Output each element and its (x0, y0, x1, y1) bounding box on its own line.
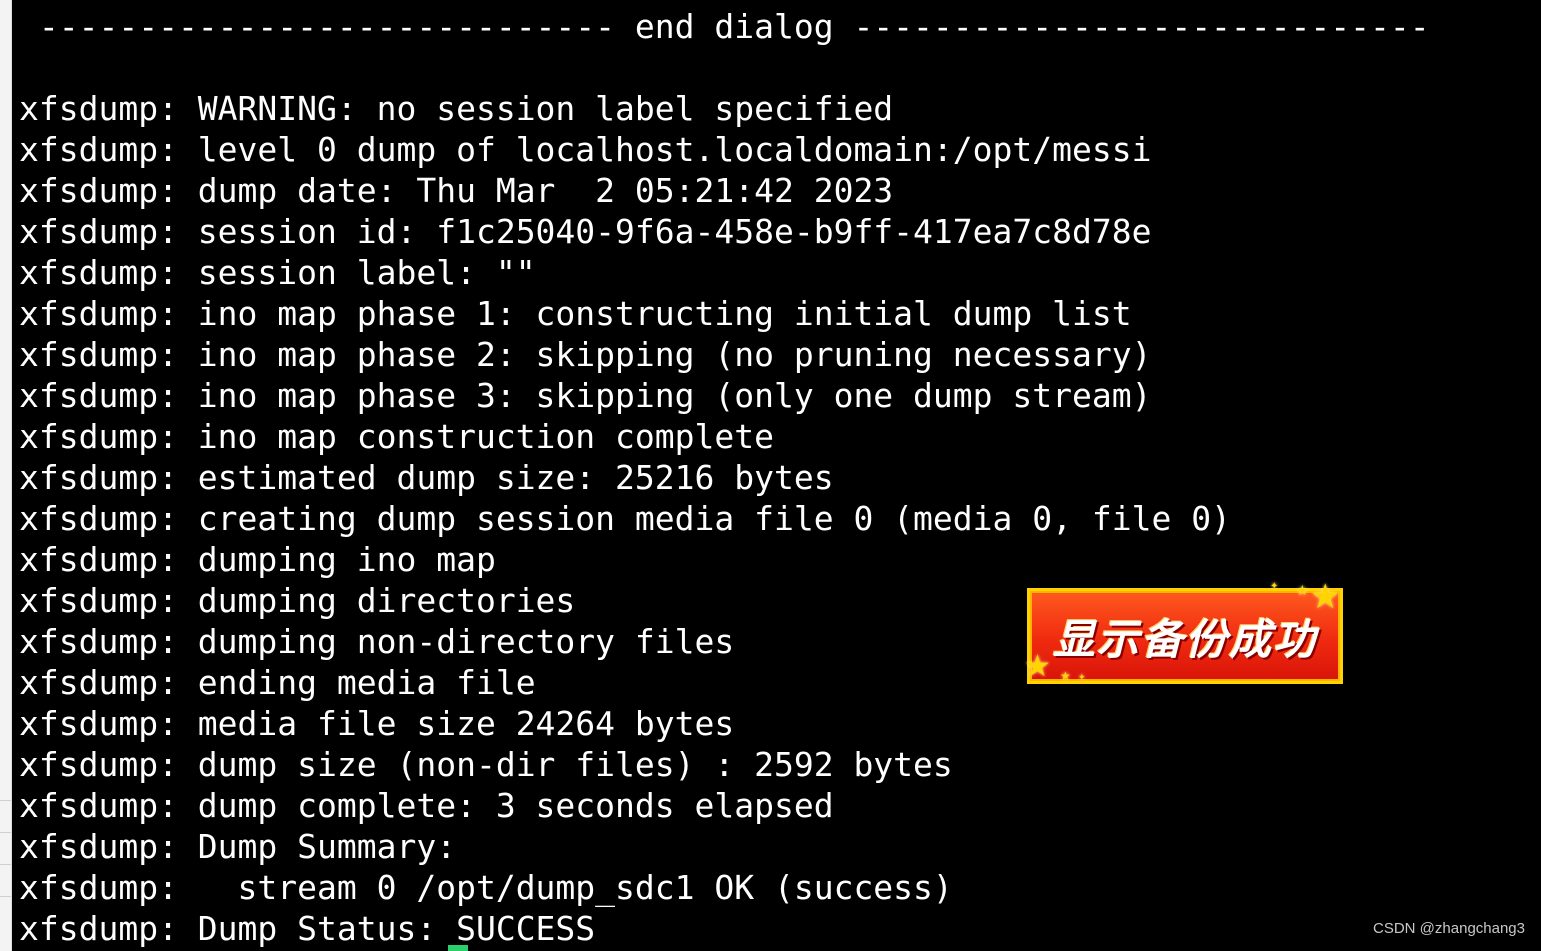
star-icon: ★ (1024, 649, 1051, 684)
terminal-line: xfsdump: ino map construction complete (19, 417, 774, 456)
terminal-line: xfsdump: dump complete: 3 seconds elapse… (19, 786, 834, 825)
terminal-line: xfsdump: WARNING: no session label speci… (19, 89, 894, 128)
terminal-line: xfsdump: level 0 dump of localhost.local… (19, 130, 1152, 169)
watermark: CSDN @zhangchang3 (1373, 920, 1525, 937)
terminal-line: xfsdump: dumping ino map (19, 540, 496, 579)
terminal-line: xfsdump: media file size 24264 bytes (19, 704, 735, 743)
terminal-line: xfsdump: dump date: Thu Mar 2 05:21:42 2… (19, 171, 894, 210)
edge-divider (0, 832, 11, 833)
terminal-line: xfsdump: dump size (non-dir files) : 259… (19, 745, 953, 784)
terminal-line-dump-status: xfsdump: Dump Status: SUCCESS (19, 909, 596, 948)
edge-divider (0, 800, 11, 801)
terminal-line-dialog-end: ----------------------------- end dialog… (19, 7, 1430, 46)
screen: ----------------------------- end dialog… (0, 0, 1541, 951)
terminal-window[interactable]: ----------------------------- end dialog… (12, 0, 1541, 951)
terminal-line: xfsdump: dumping directories (19, 581, 576, 620)
edge-divider (0, 896, 11, 897)
star-icon: ★ (1060, 669, 1071, 683)
terminal-line: xfsdump: dumping non-directory files (19, 622, 735, 661)
star-icon: ★ (1310, 577, 1341, 617)
terminal-line: xfsdump: ino map phase 1: constructing i… (19, 294, 1132, 333)
terminal-line: xfsdump: ending media file (19, 663, 536, 702)
terminal-line: xfsdump: ino map phase 2: skipping (no p… (19, 335, 1152, 374)
terminal-line: xfsdump: stream 0 /opt/dump_sdc1 OK (suc… (19, 868, 953, 907)
banner-label: 显示备份成功 (1052, 614, 1317, 664)
left-window-edge (0, 0, 12, 951)
terminal-line: xfsdump: session id: f1c25040-9f6a-458e-… (19, 212, 1152, 251)
terminal-line: xfsdump: ino map phase 3: skipping (only… (19, 376, 1152, 415)
terminal-line: xfsdump: Dump Summary: (19, 827, 457, 866)
terminal-line: xfsdump: creating dump session media fil… (19, 499, 1231, 538)
success-annotation-banner: 显示备份成功 (1027, 588, 1343, 684)
terminal-line: xfsdump: session label: "" (19, 253, 536, 292)
terminal-cursor (448, 945, 468, 951)
star-icon: ✦ (1078, 673, 1086, 683)
star-icon: ✦ (1270, 581, 1279, 592)
star-icon: ★ (1296, 583, 1309, 599)
terminal-line: xfsdump: estimated dump size: 25216 byte… (19, 458, 834, 497)
edge-divider (0, 864, 11, 865)
